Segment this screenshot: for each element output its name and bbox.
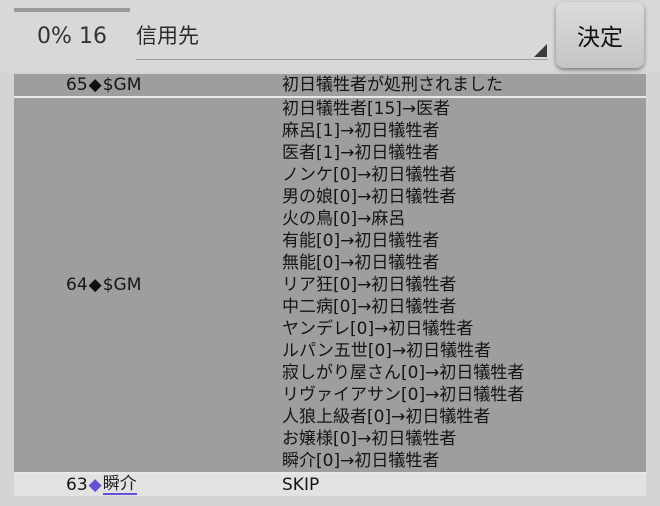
message-line: 人狼上級者[0]→初日犠牲者 xyxy=(282,407,491,427)
message-line: 中二病[0]→初日犠牲者 xyxy=(282,297,457,317)
message-line: リヴァイアサン[0]→初日犠牲者 xyxy=(282,385,525,405)
message-line: 無能[0]→初日犠牲者 xyxy=(282,253,440,273)
message-line: ルパン五世[0]→初日犠牲者 xyxy=(282,341,492,361)
message-line: 初日犠牲者が処刑されました xyxy=(282,75,503,95)
log-message: 初日犠牲者[15]→医者 麻呂[1]→初日犠牲者 医者[1]→初日犠牲者 ノンケ… xyxy=(282,98,646,472)
log-number: 64 xyxy=(66,275,88,295)
diamond-icon: ◆ xyxy=(88,475,102,495)
target-select[interactable]: 信用先 xyxy=(136,12,548,60)
progress-counter: 0% 16 xyxy=(37,24,107,49)
message-line: 有能[0]→初日犠牲者 xyxy=(282,231,440,251)
log-message: 初日犠牲者が処刑されました xyxy=(282,74,646,96)
message-line: ヤンデレ[0]→初日犠牲者 xyxy=(282,319,474,339)
decide-button[interactable]: 決定 xyxy=(556,2,644,68)
message-line: お嬢様[0]→初日犠牲者 xyxy=(282,429,457,449)
message-line: リア狂[0]→初日犠牲者 xyxy=(282,275,457,295)
diamond-icon: ◆ xyxy=(88,275,102,295)
log-sender: 65 ◆ $GM xyxy=(14,74,282,96)
message-line: 男の娘[0]→初日犠牲者 xyxy=(282,187,457,207)
target-select-value: 信用先 xyxy=(136,24,199,48)
log-sender: 64 ◆ $GM xyxy=(14,98,282,472)
log-row: 63 ◆ 瞬介 SKIP xyxy=(14,474,646,496)
message-line: 瞬介[0]→初日犠牲者 xyxy=(282,451,440,471)
message-line: 初日犠牲者[15]→医者 xyxy=(282,99,451,119)
log-sender: 63 ◆ 瞬介 xyxy=(14,474,282,496)
sender-name-link[interactable]: 瞬介 xyxy=(102,475,137,495)
sender-name: $GM xyxy=(102,75,142,95)
diamond-icon: ◆ xyxy=(88,75,102,95)
dropdown-corner-icon xyxy=(534,44,547,57)
message-line: 寂しがり屋さん[0]→初日犠牲者 xyxy=(282,363,525,383)
log-row: 65 ◆ $GM 初日犠牲者が処刑されました xyxy=(14,74,646,98)
message-line: ノンケ[0]→初日犠牲者 xyxy=(282,165,457,185)
message-line: 医者[1]→初日犠牲者 xyxy=(282,143,440,163)
message-log[interactable]: 65 ◆ $GM 初日犠牲者が処刑されました 64 ◆ $GM 初日犠牲者[15]→医者… xyxy=(14,74,646,506)
log-row: 64 ◆ $GM 初日犠牲者[15]→医者 麻呂[1]→初日犠牲者 医者[1]→初日… xyxy=(14,98,646,474)
log-number: 65 xyxy=(66,75,88,95)
sender-name: $GM xyxy=(102,275,142,295)
progress-bar xyxy=(14,8,130,12)
log-number: 63 xyxy=(66,475,88,495)
message-line: 火の鳥[0]→麻呂 xyxy=(282,209,406,229)
message-line: 麻呂[1]→初日犠牲者 xyxy=(282,121,440,141)
message-line: SKIP xyxy=(282,475,320,495)
log-message: SKIP xyxy=(282,474,646,496)
top-bar: 0% 16 信用先 決定 xyxy=(0,0,660,72)
